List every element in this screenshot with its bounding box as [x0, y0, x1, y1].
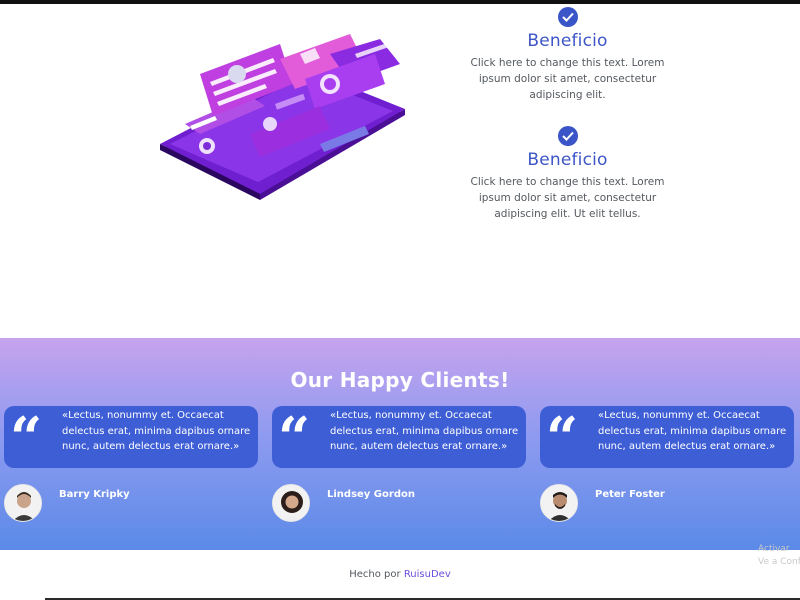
- testimonial-quote: «Lectus, nonummy et. Occaecat delectus e…: [330, 410, 519, 452]
- testimonial-card: “ «Lectus, nonummy et. Occaecat delectus…: [4, 406, 258, 522]
- phone-chat-illustration: [155, 34, 410, 214]
- author-name: Peter Foster: [595, 489, 665, 500]
- testimonial-card: “ «Lectus, nonummy et. Occaecat delectus…: [272, 406, 526, 522]
- benefit-text[interactable]: Click here to change this text. Lorem ip…: [470, 55, 665, 103]
- author-name: Barry Kripky: [59, 489, 130, 500]
- avatar: [540, 484, 578, 522]
- testimonial-quote: «Lectus, nonummy et. Occaecat delectus e…: [62, 410, 251, 452]
- avatar: [4, 484, 42, 522]
- testimonial-card: “ «Lectus, nonummy et. Occaecat delectus…: [540, 406, 794, 522]
- quote-icon: “: [10, 405, 43, 471]
- benefit-text[interactable]: Click here to change this text. Lorem ip…: [470, 174, 665, 222]
- clients-section: Our Happy Clients! “ «Lectus, nonummy et…: [0, 338, 800, 550]
- benefits-section: Beneficio Click here to change this text…: [0, 4, 800, 338]
- clients-title: Our Happy Clients!: [290, 368, 510, 392]
- quote-icon: “: [278, 405, 311, 471]
- author-name: Lindsey Gordon: [327, 489, 415, 500]
- footer: Hecho por RuisuDev Activar Ve a Config: [0, 544, 800, 600]
- avatar: [272, 484, 310, 522]
- check-circle-icon: [557, 126, 578, 146]
- benefit-title: Beneficio: [527, 31, 608, 51]
- testimonial-bubble: “ «Lectus, nonummy et. Occaecat delectus…: [540, 406, 794, 468]
- testimonial-author: Barry Kripky: [4, 484, 258, 522]
- testimonial-bubble: “ «Lectus, nonummy et. Occaecat delectus…: [272, 406, 526, 468]
- footer-prefix: Hecho por: [349, 569, 401, 580]
- footer-credit: Hecho por RuisuDev: [0, 569, 800, 580]
- activation-line2: Ve a Config: [758, 557, 800, 567]
- testimonial-quote: «Lectus, nonummy et. Occaecat delectus e…: [598, 410, 787, 452]
- benefit-item: Beneficio Click here to change this text…: [470, 7, 665, 103]
- activation-line1: Activar: [758, 544, 790, 554]
- testimonial-author: Lindsey Gordon: [272, 484, 526, 522]
- footer-link[interactable]: RuisuDev: [404, 569, 451, 580]
- benefit-title: Beneficio: [527, 150, 608, 170]
- quote-icon: “: [546, 405, 579, 471]
- activation-watermark: Activar Ve a Config: [758, 543, 800, 569]
- check-circle-icon: [557, 7, 578, 27]
- testimonial-bubble: “ «Lectus, nonummy et. Occaecat delectus…: [4, 406, 258, 468]
- benefit-item: Beneficio Click here to change this text…: [470, 126, 665, 222]
- testimonial-author: Peter Foster: [540, 484, 794, 522]
